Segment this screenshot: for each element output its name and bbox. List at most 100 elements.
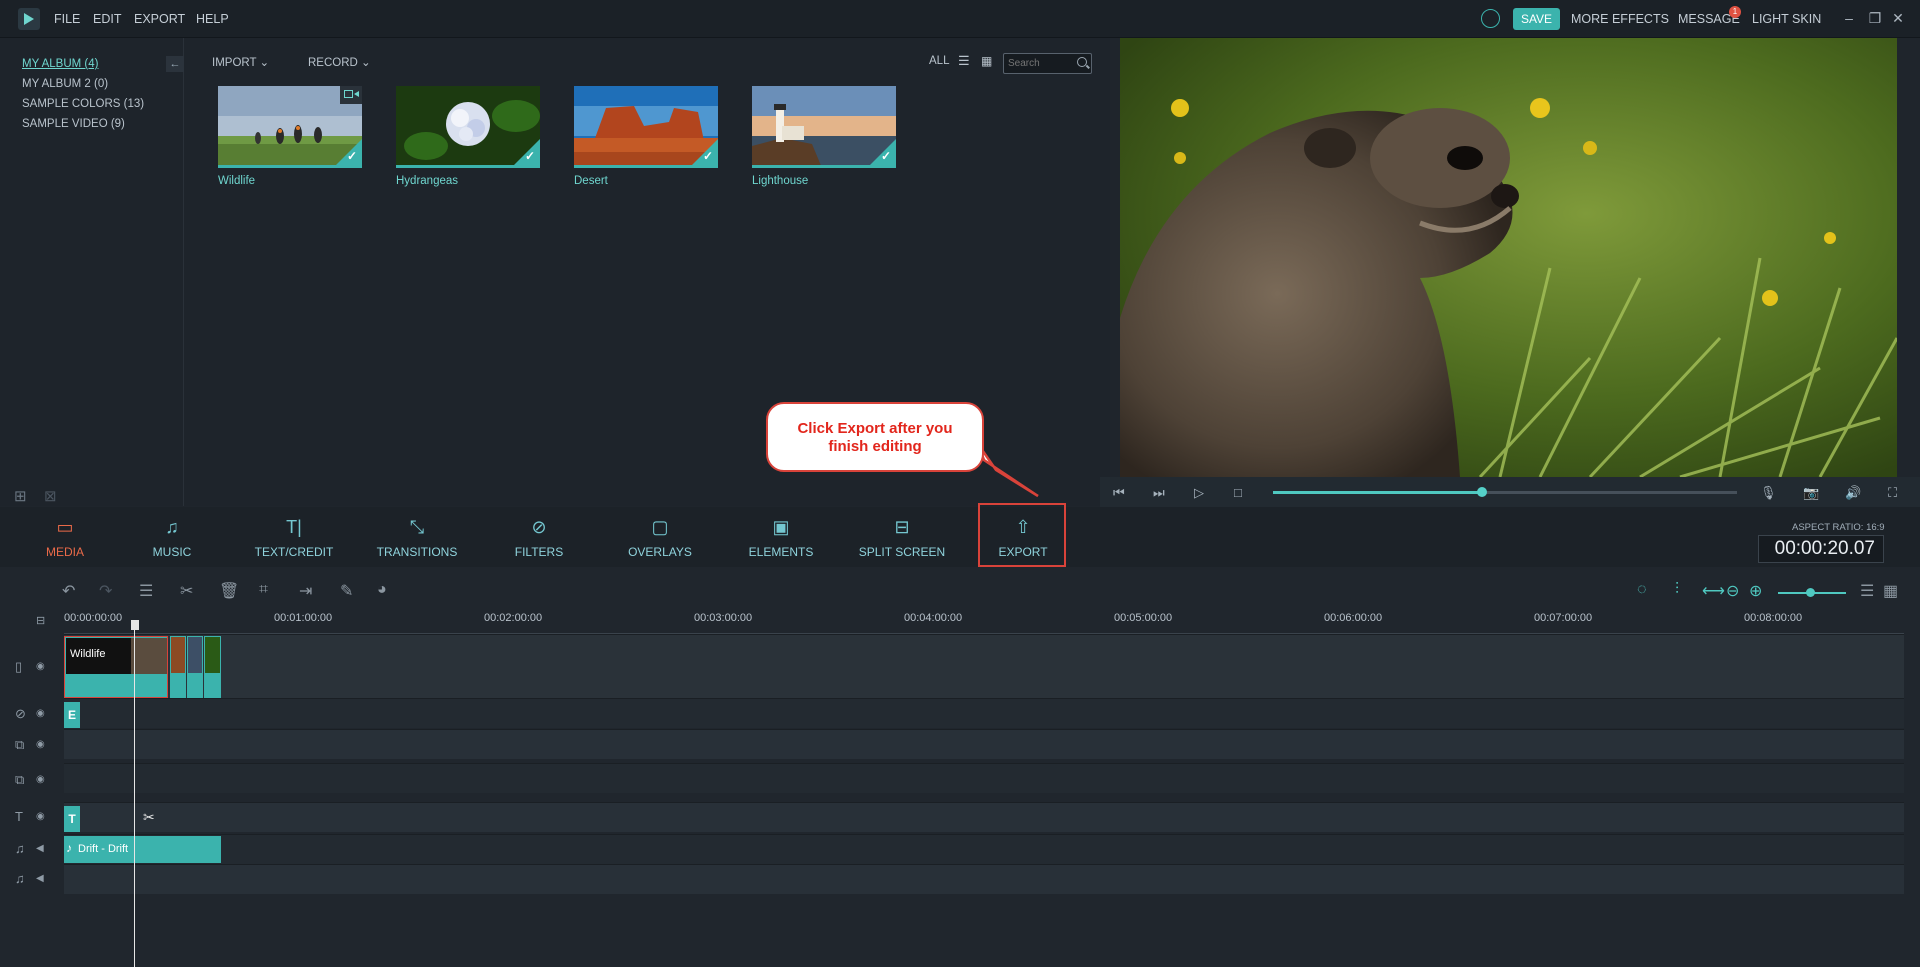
- album-item-my-album-2[interactable]: MY ALBUM 2 (0): [22, 78, 108, 90]
- media-thumb-wildlife[interactable]: [218, 86, 362, 168]
- video-clip-desert[interactable]: [170, 636, 186, 698]
- menu-export[interactable]: EXPORT: [134, 12, 185, 26]
- tab-elements[interactable]: ▣ ELEMENTS: [731, 507, 831, 567]
- eye-icon[interactable]: ◉: [36, 811, 45, 822]
- media-thumb-lighthouse[interactable]: [752, 86, 896, 168]
- eye-icon[interactable]: ◉: [36, 739, 45, 750]
- add-folder-icon[interactable]: ⊞: [14, 487, 27, 505]
- audio-track-2[interactable]: [64, 864, 1904, 894]
- video-clip-lighthouse[interactable]: [187, 636, 203, 698]
- seek-handle[interactable]: [1477, 487, 1487, 497]
- filter-all[interactable]: ALL: [929, 55, 949, 67]
- overlays-icon: ▢: [651, 517, 669, 537]
- text-clip-badge[interactable]: T: [64, 806, 80, 832]
- audio-clip[interactable]: ♪ Drift - Drift: [64, 836, 221, 863]
- minimize-icon[interactable]: –: [1840, 9, 1858, 27]
- ruler-tick: 00:06:00:00: [1324, 612, 1383, 624]
- playhead[interactable]: [134, 624, 135, 967]
- snapshot-icon[interactable]: 📷: [1803, 485, 1819, 501]
- import-dropdown[interactable]: IMPORT ⌄: [212, 55, 269, 69]
- power-tool-icon[interactable]: ✎: [340, 581, 353, 601]
- tab-music[interactable]: ♫ MUSIC: [122, 507, 222, 567]
- menu-edit[interactable]: EDIT: [93, 12, 121, 26]
- pip-track[interactable]: [64, 763, 1904, 793]
- adjust-icon[interactable]: ☰: [139, 581, 153, 601]
- video-clip-wildlife[interactable]: Wildlife: [64, 636, 168, 698]
- album-item-my-album[interactable]: MY ALBUM (4): [22, 58, 98, 70]
- more-effects-link[interactable]: MORE EFFECTS: [1571, 12, 1669, 26]
- pip-track-icon: ⧉: [15, 772, 25, 787]
- list-view-icon[interactable]: ☰: [958, 53, 970, 69]
- tab-text-credit[interactable]: T| TEXT/CREDIT: [244, 507, 344, 567]
- delete-icon[interactable]: 🗑: [219, 581, 239, 601]
- grid-view-icon[interactable]: ▦: [1883, 581, 1898, 601]
- delete-folder-icon[interactable]: ⊠: [44, 487, 57, 505]
- menu-file[interactable]: FILE: [54, 12, 80, 26]
- tab-elements-label: ELEMENTS: [748, 545, 814, 559]
- video-clip-hydrangeas[interactable]: [204, 636, 221, 698]
- tab-overlays-label: OVERLAYS: [628, 545, 692, 559]
- tab-transitions[interactable]: ⤡ TRANSITIONS: [367, 507, 467, 567]
- tab-split-screen[interactable]: ⊟ SPLIT SCREEN: [852, 507, 952, 567]
- text-track[interactable]: [64, 802, 1904, 832]
- stop-icon[interactable]: □: [1234, 485, 1242, 500]
- list-view-icon[interactable]: ☰: [1860, 581, 1874, 601]
- ruler-tick: 00:07:00:00: [1534, 612, 1593, 624]
- media-thumb-hydrangeas[interactable]: [396, 86, 540, 168]
- audio-track-1[interactable]: [64, 834, 1904, 864]
- effects-track[interactable]: [64, 698, 1904, 728]
- album-item-sample-colors[interactable]: SAMPLE COLORS (13): [22, 98, 144, 110]
- media-thumb-desert[interactable]: [574, 86, 718, 168]
- cut-icon[interactable]: ✂: [180, 581, 193, 601]
- zoom-slider-handle[interactable]: [1806, 588, 1815, 597]
- fit-timeline-icon[interactable]: ⟷: [1702, 581, 1725, 601]
- audio-mixer-icon[interactable]: ⫶: [1675, 581, 1679, 599]
- playhead-handle[interactable]: [131, 620, 139, 630]
- tab-overlays[interactable]: ▢ OVERLAYS: [610, 507, 710, 567]
- skip-forward-icon[interactable]: ⏭: [1153, 485, 1165, 501]
- overlay-track[interactable]: [64, 729, 1904, 759]
- filters-icon: ⊘: [531, 517, 547, 537]
- volume-icon[interactable]: 🔊: [1845, 485, 1861, 501]
- insert-icon[interactable]: ⇥: [299, 581, 312, 601]
- timeline-settings-icon[interactable]: ⊟: [36, 614, 45, 627]
- grid-view-icon[interactable]: ▦: [981, 54, 992, 68]
- speaker-icon[interactable]: ◀: [36, 843, 44, 854]
- crop-icon[interactable]: ⌗: [259, 581, 268, 599]
- tab-filters[interactable]: ⊘ FILTERS: [489, 507, 589, 567]
- eye-icon[interactable]: ◉: [36, 661, 45, 672]
- tab-media[interactable]: ▭ MEDIA: [15, 507, 115, 567]
- skip-back-icon[interactable]: ⏮: [1113, 485, 1125, 501]
- speaker-icon[interactable]: ◀: [36, 873, 44, 884]
- search-field[interactable]: [1003, 53, 1092, 74]
- zoom-in-icon[interactable]: ⊕: [1749, 581, 1762, 601]
- undo-icon[interactable]: ↶: [62, 581, 75, 601]
- fullscreen-icon[interactable]: ⛶: [1888, 485, 1897, 501]
- close-icon[interactable]: ✕: [1889, 9, 1907, 27]
- effect-clip-badge[interactable]: E: [64, 702, 80, 728]
- record-dropdown[interactable]: RECORD ⌄: [308, 55, 371, 69]
- search-icon: [1077, 57, 1087, 67]
- speed-icon[interactable]: ◌: [1637, 581, 1647, 599]
- overlay-track-icon: ⧉: [15, 737, 25, 752]
- ruler-tick: 00:08:00:00: [1744, 612, 1803, 624]
- scissors-icon[interactable]: ✂: [143, 809, 155, 826]
- music-track-icon: ♫: [15, 841, 25, 856]
- maximize-icon[interactable]: ❐: [1866, 9, 1884, 27]
- redo-icon[interactable]: ↷: [99, 581, 112, 601]
- save-button[interactable]: SAVE: [1513, 8, 1560, 30]
- menu-help[interactable]: HELP: [196, 12, 229, 26]
- zoom-out-icon[interactable]: ⊖: [1726, 581, 1739, 601]
- light-skin-link[interactable]: LIGHT SKIN: [1752, 12, 1821, 26]
- account-icon[interactable]: [1481, 9, 1500, 28]
- microphone-icon[interactable]: 🎙: [1760, 485, 1777, 501]
- export-highlight-box: [978, 503, 1066, 567]
- collapse-albums-icon[interactable]: ←: [166, 56, 184, 72]
- album-item-sample-video[interactable]: SAMPLE VIDEO (9): [22, 118, 125, 130]
- play-icon[interactable]: ▷: [1194, 485, 1204, 501]
- eye-icon[interactable]: ◉: [36, 708, 45, 719]
- search-input[interactable]: [1004, 54, 1074, 73]
- video-track[interactable]: [64, 634, 1904, 698]
- eye-icon[interactable]: ◉: [36, 774, 45, 785]
- color-palette-icon[interactable]: ◕: [377, 581, 387, 599]
